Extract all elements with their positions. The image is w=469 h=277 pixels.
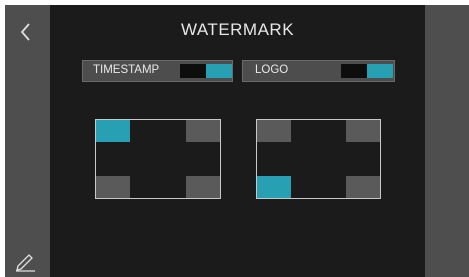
back-button[interactable]: [14, 20, 38, 44]
page-title: WATERMARK: [180, 20, 295, 39]
logo-switch[interactable]: [341, 64, 393, 78]
timestamp-position-selector: [95, 119, 221, 199]
edit-button[interactable]: [14, 250, 38, 272]
logo-position-bottom-left[interactable]: [257, 176, 291, 198]
pencil-icon: [16, 254, 35, 272]
switch-off-segment: [180, 64, 206, 78]
switch-on-segment: [367, 64, 393, 78]
logo-position-selector: [256, 119, 381, 199]
switch-off-segment: [341, 64, 367, 78]
logo-position-top-right[interactable]: [346, 120, 380, 142]
logo-position-bottom-right[interactable]: [346, 176, 380, 198]
logo-label: LOGO: [255, 64, 289, 76]
right-rail: [425, 5, 469, 277]
timestamp-position-bottom-left[interactable]: [96, 176, 130, 198]
back-chevron-icon: [20, 23, 30, 41]
watermark-screen: [5, 5, 469, 277]
switch-on-segment: [206, 64, 232, 78]
timestamp-position-bottom-right[interactable]: [186, 176, 220, 198]
logo-toggle-row[interactable]: LOGO: [242, 60, 395, 82]
logo-position-top-left[interactable]: [257, 120, 291, 142]
timestamp-switch[interactable]: [180, 64, 232, 78]
timestamp-position-top-left[interactable]: [96, 120, 130, 142]
left-rail: [5, 5, 50, 277]
timestamp-label: TIMESTAMP: [93, 64, 160, 76]
timestamp-position-top-right[interactable]: [186, 120, 220, 142]
timestamp-toggle-row[interactable]: TIMESTAMP: [82, 60, 233, 82]
